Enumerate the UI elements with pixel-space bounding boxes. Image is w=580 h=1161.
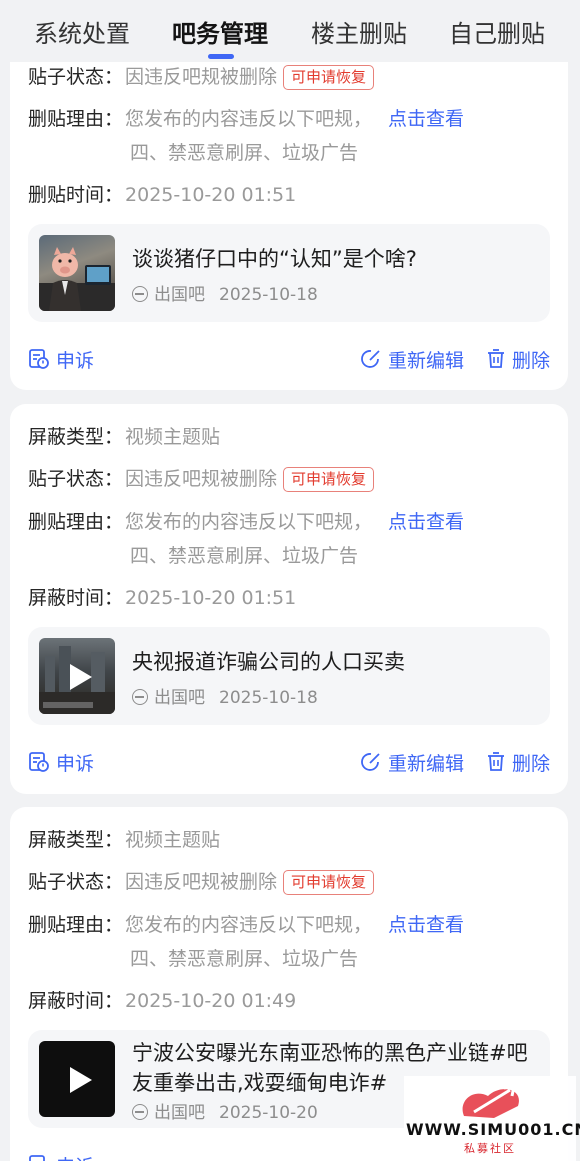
- trash-icon: [488, 752, 504, 771]
- block-time-label: 屏蔽时间：: [28, 587, 124, 609]
- delete-reason-label: 删贴理由：: [28, 108, 124, 130]
- block-type-value: 视频主题贴: [125, 426, 221, 448]
- blocked-post-card: 屏蔽类型： 视频主题贴 贴子状态： 因违反吧规被删除 可申请恢复 删贴理由： 您发布的内…: [10, 404, 568, 794]
- video-play-icon: [70, 1067, 92, 1093]
- appeal-label: 申诉: [56, 350, 95, 372]
- appeal-icon: [29, 1155, 45, 1161]
- delete-reason-value: 您发布的内容违反以下吧规，: [125, 914, 373, 936]
- delete-time-value: 2025-10-20 01:51: [125, 184, 297, 206]
- post-status-row: 贴子状态： 因违反吧规被删除 可申请恢复: [28, 62, 375, 90]
- tab-bar-management[interactable]: 吧务管理: [172, 14, 268, 49]
- delete-reason-detail: 四、禁恶意刷屏、垃圾广告: [130, 545, 359, 567]
- appeal-icon: [29, 752, 49, 772]
- bar-forum-icon: [132, 689, 148, 705]
- delete-reason-value: 您发布的内容违反以下吧规，: [125, 511, 373, 533]
- post-status-label: 贴子状态：: [28, 468, 124, 490]
- appeal-button[interactable]: 申诉: [28, 1152, 94, 1161]
- tab-owner-deleted[interactable]: 楼主删贴: [311, 14, 407, 49]
- block-time-label: 屏蔽时间：: [28, 990, 124, 1012]
- post-bar-name: 出国吧: [154, 285, 205, 305]
- block-time-value: 2025-10-20 01:51: [125, 587, 297, 609]
- delete-reason-value: 您发布的内容违反以下吧规，: [125, 108, 373, 130]
- video-thumbnail: [39, 638, 115, 714]
- tab-self-deleted[interactable]: 自己删贴: [449, 14, 545, 49]
- appeal-button[interactable]: 申诉: [28, 749, 94, 776]
- post-status-label: 贴子状态：: [28, 871, 124, 893]
- post-status-value: 因违反吧规被删除: [125, 871, 278, 893]
- recoverable-tag: 可申请恢复: [283, 65, 375, 90]
- block-type-label: 屏蔽类型：: [28, 426, 124, 448]
- delete-reason-label: 删贴理由：: [28, 914, 124, 936]
- delete-label: 删除: [512, 753, 551, 775]
- post-title: 谈谈猪仔口中的“认知”是个啥?: [132, 247, 417, 271]
- view-rule-link[interactable]: 点击查看: [388, 108, 464, 130]
- reedit-button[interactable]: 重新编辑: [360, 346, 464, 373]
- bar-forum-icon: [132, 1104, 148, 1120]
- block-type-value: 视频主题贴: [125, 829, 221, 851]
- reedit-label: 重新编辑: [388, 350, 465, 372]
- delete-reason-row: 删贴理由： 您发布的内容违反以下吧规， 点击查看: [28, 104, 464, 131]
- post-meta: 出国吧 2025-10-20: [132, 1098, 318, 1123]
- delete-reason-row: 删贴理由： 您发布的内容违反以下吧规， 点击查看: [28, 507, 464, 534]
- edit-icon: [361, 753, 380, 771]
- appeal-label: 申诉: [56, 1156, 94, 1161]
- block-type-row: 屏蔽类型： 视频主题贴: [28, 422, 220, 449]
- delete-button[interactable]: 删除: [486, 346, 550, 373]
- post-status-row: 贴子状态： 因违反吧规被删除 可申请恢复: [28, 464, 375, 492]
- post-bar-name: 出国吧: [154, 688, 205, 708]
- post-status-value: 因违反吧规被删除: [125, 66, 278, 88]
- reedit-button[interactable]: 重新编辑: [360, 749, 464, 776]
- view-rule-link[interactable]: 点击查看: [388, 511, 464, 533]
- appeal-button[interactable]: 申诉: [28, 346, 94, 373]
- pig-office-image: [39, 235, 115, 311]
- watermark-text: WWW.SIMU001.CN: [406, 1120, 580, 1139]
- block-time-value: 2025-10-20 01:49: [125, 990, 297, 1012]
- block-type-row: 屏蔽类型： 视频主题贴: [28, 825, 220, 852]
- delete-reason-detail: 四、禁恶意刷屏、垃圾广告: [130, 142, 359, 164]
- site-watermark: WWW.SIMU001.CN 私募社区: [404, 1076, 580, 1161]
- view-rule-link[interactable]: 点击查看: [388, 914, 464, 936]
- video-thumbnail: [39, 1041, 115, 1117]
- delete-time-row: 删贴时间： 2025-10-20 01:51: [28, 180, 296, 207]
- post-bar-name: 出国吧: [154, 1103, 205, 1123]
- post-status-row: 贴子状态： 因违反吧规被删除 可申请恢复: [28, 867, 375, 895]
- post-meta: 出国吧 2025-10-18: [132, 280, 318, 305]
- trash-icon: [488, 349, 504, 368]
- watermark-logo: [462, 1084, 519, 1118]
- edit-icon: [361, 350, 380, 368]
- post-preview[interactable]: 谈谈猪仔口中的“认知”是个啥? 出国吧 2025-10-18: [28, 224, 550, 322]
- delete-reason-label: 删贴理由：: [28, 511, 124, 533]
- deleted-post-card: 贴子状态： 因违反吧规被删除 可申请恢复 删贴理由： 您发布的内容违反以下吧规， 点击查…: [10, 28, 568, 390]
- delete-reason-row: 删贴理由： 您发布的内容违反以下吧规， 点击查看: [28, 910, 464, 937]
- block-time-row: 屏蔽时间： 2025-10-20 01:49: [28, 986, 296, 1013]
- post-meta: 出国吧 2025-10-18: [132, 683, 318, 708]
- bar-forum-icon: [132, 286, 148, 302]
- post-date: 2025-10-18: [219, 688, 318, 708]
- reedit-label: 重新编辑: [388, 753, 465, 775]
- block-type-label: 屏蔽类型：: [28, 829, 124, 851]
- post-preview[interactable]: 央视报道诈骗公司的人口买卖 出国吧 2025-10-18: [28, 627, 550, 725]
- delete-reason-detail: 四、禁恶意刷屏、垃圾广告: [130, 948, 359, 970]
- recoverable-tag: 可申请恢复: [283, 467, 375, 492]
- delete-label: 删除: [512, 350, 551, 372]
- tab-system-handling[interactable]: 系统处置: [34, 14, 130, 49]
- video-play-icon: [70, 664, 92, 690]
- recoverable-tag: 可申请恢复: [283, 870, 375, 895]
- watermark-subtext: 私募社区: [464, 1142, 516, 1155]
- post-date: 2025-10-18: [219, 285, 318, 305]
- delete-button[interactable]: 删除: [486, 749, 550, 776]
- active-tab-indicator: [208, 54, 234, 59]
- appeal-icon: [29, 349, 49, 369]
- delete-time-label: 删贴时间：: [28, 184, 124, 206]
- appeal-label: 申诉: [56, 753, 95, 775]
- post-status-value: 因违反吧规被删除: [125, 468, 278, 490]
- post-status-label: 贴子状态：: [28, 66, 124, 88]
- block-time-row: 屏蔽时间： 2025-10-20 01:51: [28, 583, 296, 610]
- post-title: 央视报道诈骗公司的人口买卖: [132, 650, 405, 674]
- post-date: 2025-10-20: [219, 1103, 318, 1123]
- top-tab-bar: 系统处置 吧务管理 楼主删贴 自己删贴: [0, 0, 580, 62]
